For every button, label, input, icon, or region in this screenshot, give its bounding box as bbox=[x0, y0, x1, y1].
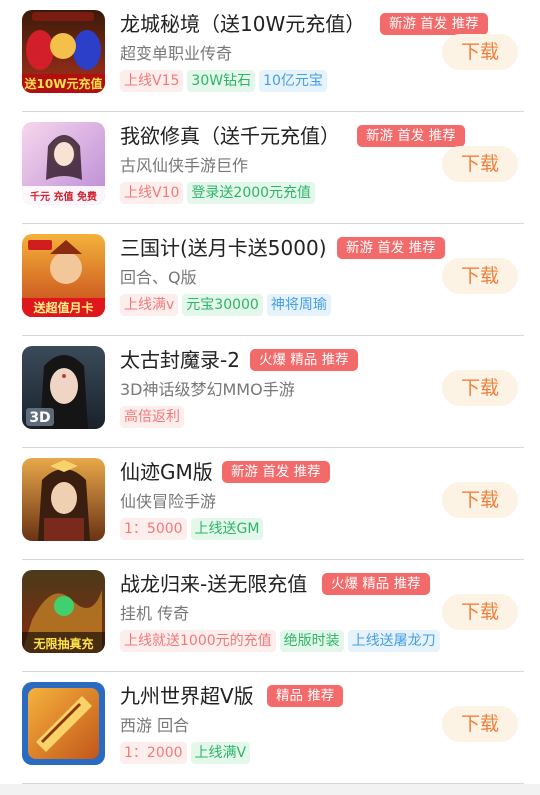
game-title[interactable]: 太古封魔录-2 bbox=[120, 344, 240, 376]
bottom-gap bbox=[0, 784, 540, 795]
xiuzhen-game-icon[interactable]: 千元 充值 免费 bbox=[22, 122, 105, 205]
tag: 上线送GM bbox=[190, 518, 264, 540]
tag: 上线就送1000元的充值 bbox=[120, 630, 276, 652]
download-button[interactable]: 下载 bbox=[442, 34, 518, 70]
tag: 上线V15 bbox=[120, 70, 184, 92]
game-subtitle: 古风仙侠手游巨作 bbox=[120, 156, 249, 175]
download-button[interactable]: 下载 bbox=[442, 258, 518, 294]
download-button[interactable]: 下载 bbox=[442, 594, 518, 630]
game-list-item[interactable]: 九州世界超V版 精品 推荐 西游 回合 1：2000 上线满V 下载 bbox=[0, 672, 540, 784]
status-badge: 火爆 精品 推荐 bbox=[250, 349, 358, 371]
download-button[interactable]: 下载 bbox=[442, 482, 518, 518]
game-list-item[interactable]: 无限抽真充 战龙归来-送无限充值 火爆 精品 推荐 挂机 传奇 上线就送1000… bbox=[0, 560, 540, 672]
tag: 上线满V bbox=[190, 742, 251, 764]
status-badge: 新游 首发 推荐 bbox=[337, 237, 445, 259]
zhanlong-game-icon[interactable]: 无限抽真充 bbox=[22, 570, 105, 653]
game-list-item[interactable]: 千元 充值 免费 我欲修真（送千元充值） 新游 首发 推荐 古风仙侠手游巨作 上… bbox=[0, 112, 540, 224]
status-badge: 新游 首发 推荐 bbox=[222, 461, 330, 483]
tag: 绝版时装 bbox=[279, 630, 344, 652]
game-title[interactable]: 战龙归来-送无限充值 bbox=[120, 568, 307, 600]
sanguoji-game-icon[interactable]: 送超值月卡 bbox=[22, 234, 105, 317]
tag: 1：2000 bbox=[120, 742, 187, 764]
game-subtitle: 超变单职业传奇 bbox=[120, 44, 233, 63]
game-title[interactable]: 九州世界超V版 bbox=[120, 680, 254, 712]
tag: 上线V10 bbox=[120, 182, 184, 204]
game-title[interactable]: 我欲修真（送千元充值） bbox=[120, 120, 340, 152]
tag-list: 1：2000 上线满V bbox=[120, 742, 254, 766]
longcheng-game-icon[interactable]: 送10W元充值 bbox=[22, 10, 105, 93]
icon-caption: 千元 充值 免费 bbox=[30, 190, 97, 203]
game-list-item[interactable]: 3D 太古封魔录-2 火爆 精品 推荐 3D神话级梦幻MMO手游 高倍返利 下载 bbox=[0, 336, 540, 448]
tag-list: 上线就送1000元的充值 绝版时装 上线送屠龙刀 bbox=[120, 630, 444, 654]
tag-list: 上线满v 元宝30000 神将周瑜 bbox=[120, 294, 335, 318]
download-button[interactable]: 下载 bbox=[442, 146, 518, 182]
game-subtitle: 仙侠冒险手游 bbox=[120, 492, 217, 511]
status-badge: 新游 首发 推荐 bbox=[357, 125, 465, 147]
game-subtitle: 西游 回合 bbox=[120, 716, 190, 735]
game-title[interactable]: 三国计(送月卡送5000) bbox=[120, 232, 327, 264]
icon-caption: 送10W元充值 bbox=[24, 76, 103, 91]
taigu-game-icon[interactable]: 3D bbox=[22, 346, 105, 429]
tag: 高倍返利 bbox=[120, 406, 184, 428]
game-title[interactable]: 龙城秘境（送10W元充值） bbox=[120, 8, 365, 40]
tag-list: 1：5000 上线送GM bbox=[120, 518, 267, 542]
icon-caption: 无限抽真充 bbox=[32, 636, 93, 651]
tag: 上线送屠龙刀 bbox=[347, 630, 440, 652]
tag-list: 上线V10 登录送2000元充值 bbox=[120, 182, 319, 206]
download-button[interactable]: 下载 bbox=[442, 370, 518, 406]
tag-list: 高倍返利 bbox=[120, 406, 188, 430]
tag: 1：5000 bbox=[120, 518, 187, 540]
xianji-game-icon[interactable] bbox=[22, 458, 105, 541]
game-list: 送10W元充值 龙城秘境（送10W元充值） 新游 首发 推荐 超变单职业传奇 上… bbox=[0, 0, 540, 795]
tag: 登录送2000元充值 bbox=[187, 182, 316, 204]
game-list-item[interactable]: 送超值月卡 三国计(送月卡送5000) 新游 首发 推荐 回合、Q版 上线满v 元… bbox=[0, 224, 540, 336]
game-subtitle: 挂机 传奇 bbox=[120, 604, 190, 623]
tag: 神将周瑜 bbox=[266, 294, 331, 316]
game-list-item[interactable]: 送10W元充值 龙城秘境（送10W元充值） 新游 首发 推荐 超变单职业传奇 上… bbox=[0, 0, 540, 112]
icon-caption: 送超值月卡 bbox=[32, 300, 93, 315]
status-badge: 火爆 精品 推荐 bbox=[322, 573, 430, 595]
tag: 元宝30000 bbox=[182, 294, 263, 316]
tag: 30W钻石 bbox=[187, 70, 256, 92]
tag-list: 上线V15 30W钻石 10亿元宝 bbox=[120, 70, 331, 94]
icon-caption: 3D bbox=[29, 410, 50, 426]
tag: 10亿元宝 bbox=[259, 70, 327, 92]
game-list-item[interactable]: 仙迹GM版 新游 首发 推荐 仙侠冒险手游 1：5000 上线送GM 下载 bbox=[0, 448, 540, 560]
download-button[interactable]: 下载 bbox=[442, 706, 518, 742]
game-subtitle: 回合、Q版 bbox=[120, 268, 197, 287]
game-subtitle: 3D神话级梦幻MMO手游 bbox=[120, 380, 295, 399]
status-badge: 新游 首发 推荐 bbox=[380, 13, 488, 35]
status-badge: 精品 推荐 bbox=[267, 685, 344, 707]
jiuzhou-game-icon[interactable] bbox=[22, 682, 105, 765]
game-title[interactable]: 仙迹GM版 bbox=[120, 456, 213, 488]
tag: 上线满v bbox=[120, 294, 179, 316]
